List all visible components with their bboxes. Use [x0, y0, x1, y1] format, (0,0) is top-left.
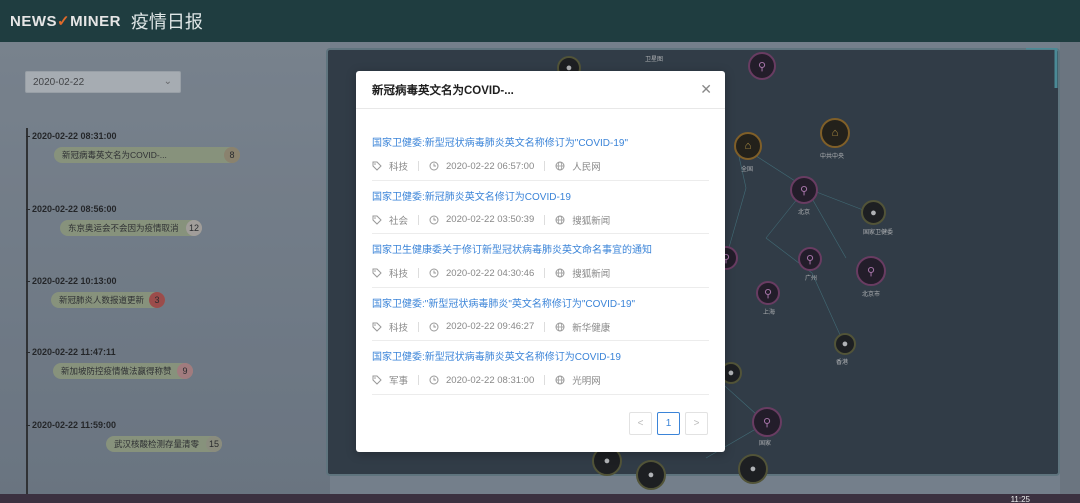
news-category: 科技 — [389, 322, 409, 334]
modal-title: 新冠病毒英文名为COVID-... — [372, 84, 514, 97]
news-time: 2020-02-22 03:50:39 — [446, 214, 535, 225]
news-title-link[interactable]: 国家卫健委:新冠肺炎英文名修订为COVID-19 — [372, 188, 571, 203]
news-meta: 社会 2020-02-22 03:50:39 搜狐新闻 — [372, 213, 610, 227]
pagination: < 1 > — [629, 412, 708, 435]
modal-header: 新冠病毒英文名为COVID-... — [356, 71, 725, 109]
meta-divider — [544, 321, 546, 332]
meta-divider — [418, 321, 420, 332]
news-source: 人民网 — [572, 162, 601, 173]
news-item: 国家卫健委:新冠肺炎英文名修订为COVID-19 社会 2020-02-22 0… — [372, 181, 709, 234]
news-category: 科技 — [389, 162, 409, 173]
meta-divider — [544, 268, 546, 278]
clock-icon — [429, 161, 439, 171]
meta-divider — [418, 268, 420, 278]
news-time: 2020-02-22 08:31:00 — [446, 374, 535, 386]
news-category: 军事 — [389, 376, 409, 387]
pagination-next-button[interactable]: > — [685, 412, 708, 435]
tag-icon — [372, 375, 382, 385]
news-category: 科技 — [389, 269, 409, 280]
news-meta: 科技 2020-02-22 06:57:00 人民网 — [372, 159, 601, 173]
clock-icon — [429, 375, 439, 385]
tag-icon — [372, 268, 382, 278]
news-time: 2020-02-22 09:46:27 — [446, 321, 535, 332]
news-title-link[interactable]: 国家卫健委:新型冠状病毒肺炎英文名称修订为COVID-19 — [372, 348, 621, 363]
meta-divider — [544, 214, 546, 225]
pagination-page-button[interactable]: 1 — [657, 412, 680, 435]
clock-icon — [429, 215, 439, 224]
news-title-link[interactable]: 国家卫健委:"新型冠状病毒肺炎"英文名称修订为"COVID-19" — [372, 295, 635, 310]
news-source: 搜狐新闻 — [572, 269, 611, 280]
news-source: 光明网 — [572, 376, 601, 387]
tag-icon — [372, 215, 382, 225]
meta-divider — [418, 214, 420, 225]
news-item: 国家卫健委:"新型冠状病毒肺炎"英文名称修订为"COVID-19" 科技 202… — [372, 288, 709, 341]
clock-icon — [429, 322, 439, 331]
meta-divider — [418, 375, 420, 385]
clock-icon — [429, 268, 439, 278]
news-time: 2020-02-22 06:57:00 — [446, 160, 535, 172]
news-list: 国家卫健委:新型冠状病毒肺炎英文名称修订为"COVID-19" 科技 2020-… — [372, 127, 709, 395]
news-item: 国家卫健委:新型冠状病毒肺炎英文名称修订为COVID-19 军事 2020-02… — [372, 341, 709, 395]
globe-icon — [555, 322, 565, 331]
meta-divider — [418, 161, 420, 171]
logo-text-miner: MINER — [70, 13, 121, 30]
taskbar — [0, 494, 1080, 503]
globe-icon — [555, 375, 565, 385]
globe-icon — [555, 215, 565, 224]
news-list-modal: 新冠病毒英文名为COVID-... ✕ 国家卫健委:新型冠状病毒肺炎英文名称修订… — [356, 71, 725, 452]
app-title: 疫情日报 — [130, 12, 203, 33]
meta-divider — [544, 375, 546, 385]
meta-divider — [544, 161, 546, 171]
news-category: 社会 — [389, 215, 409, 227]
app-header: NEWS✓MINER 疫情日报 — [0, 0, 1080, 42]
news-meta: 军事 2020-02-22 08:31:00 光明网 — [372, 373, 601, 387]
news-source: 搜狐新闻 — [572, 215, 611, 227]
news-item: 国家卫健委:新型冠状病毒肺炎英文名称修订为"COVID-19" 科技 2020-… — [372, 127, 709, 181]
news-source: 新华健康 — [572, 322, 611, 334]
close-icon[interactable]: ✕ — [700, 82, 712, 96]
newsminer-logo[interactable]: NEWS✓MINER — [10, 12, 121, 30]
globe-icon — [555, 161, 565, 171]
logo-text-news: NEWS — [10, 13, 57, 30]
logo-check-icon: ✓ — [57, 13, 71, 30]
news-title-link[interactable]: 国家卫健委:新型冠状病毒肺炎英文名称修订为"COVID-19" — [372, 134, 628, 149]
news-meta: 科技 2020-02-22 09:46:27 新华健康 — [372, 320, 610, 334]
news-item: 国家卫生健康委关于修订新型冠状病毒肺炎英文命名事宜的通知 科技 2020-02-… — [372, 234, 709, 288]
news-time: 2020-02-22 04:30:46 — [446, 267, 535, 279]
news-meta: 科技 2020-02-22 04:30:46 搜狐新闻 — [372, 266, 610, 280]
tag-icon — [372, 322, 382, 332]
pagination-prev-button[interactable]: < — [629, 412, 652, 435]
taskbar-clock: 11:25 — [1010, 495, 1030, 503]
tag-icon — [372, 161, 382, 171]
news-title-link[interactable]: 国家卫生健康委关于修订新型冠状病毒肺炎英文命名事宜的通知 — [372, 241, 652, 256]
globe-icon — [555, 268, 565, 278]
